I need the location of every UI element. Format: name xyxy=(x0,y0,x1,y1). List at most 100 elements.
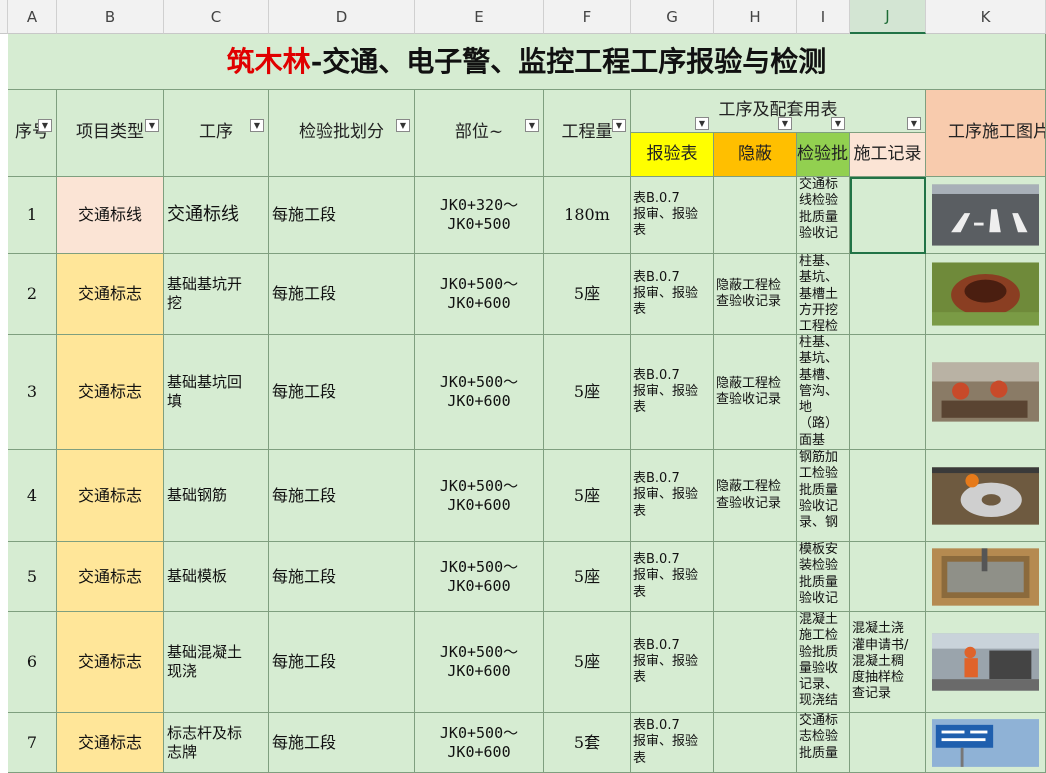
cell-process[interactable]: 基础模板 xyxy=(164,542,269,612)
column-header-d[interactable]: D xyxy=(269,0,415,34)
filter-dropdown-icon[interactable]: ▼ xyxy=(38,119,52,132)
cell-batch[interactable]: 每施工段 xyxy=(269,254,415,335)
filter-dropdown-icon[interactable]: ▼ xyxy=(396,119,410,132)
header-part[interactable]: 部位~ ▼ xyxy=(415,90,544,177)
filter-dropdown-icon[interactable]: ▼ xyxy=(778,117,792,130)
cell-form-i[interactable]: 模板安 装检验 批质量 验收记 xyxy=(797,542,850,612)
filter-dropdown-icon[interactable]: ▼ xyxy=(695,117,709,130)
cell-form-j[interactable] xyxy=(850,450,926,542)
cell-seq[interactable]: 1 xyxy=(8,177,57,254)
cell-seq[interactable]: 4 xyxy=(8,450,57,542)
cell-form-j[interactable] xyxy=(850,335,926,450)
cell-form-g[interactable]: 表B.0.7 报审、报验 表 xyxy=(631,335,714,450)
cell-part[interactable]: JK0+500～ JK0+600 xyxy=(415,612,544,713)
sheet-title[interactable]: 筑木林 -交通、电子警、监控工程工序报验与检测 xyxy=(8,34,1046,90)
column-header-e[interactable]: E xyxy=(415,0,544,34)
cell-process[interactable]: 基础基坑回 填 xyxy=(164,335,269,450)
cell-seq[interactable]: 3 xyxy=(8,335,57,450)
cell-seq[interactable]: 6 xyxy=(8,612,57,713)
cell-form-i[interactable]: 交通标 线检验 批质量 验收记 xyxy=(797,177,850,254)
cell-form-j[interactable] xyxy=(850,713,926,773)
cell-type[interactable]: 交通标志 xyxy=(57,254,164,335)
cell-form-j[interactable]: 混凝土浇 灌申请书/ 混凝土稠 度抽样检 查记录 xyxy=(850,612,926,713)
cell-form-i[interactable]: 交通标 志检验 批质量 xyxy=(797,713,850,773)
header-forms-group[interactable]: 工序及配套用表 ▼ ▼ ▼ ▼ xyxy=(631,90,926,133)
header-form-j[interactable]: 施工记录 xyxy=(850,133,926,177)
cell-qty[interactable]: 5套 xyxy=(544,713,631,773)
cell-process[interactable]: 基础钢筋 xyxy=(164,450,269,542)
cell-form-h[interactable]: 隐蔽工程检 查验收记录 xyxy=(714,450,797,542)
column-header-i[interactable]: I xyxy=(797,0,850,34)
cell-part[interactable]: JK0+500～ JK0+600 xyxy=(415,450,544,542)
cell-process[interactable]: 标志杆及标 志牌 xyxy=(164,713,269,773)
column-header-h[interactable]: H xyxy=(714,0,797,34)
cell-qty[interactable]: 5座 xyxy=(544,612,631,713)
cell-form-g[interactable]: 表B.0.7 报审、报验 表 xyxy=(631,450,714,542)
cell-qty[interactable]: 180m xyxy=(544,177,631,254)
excavation-photo[interactable] xyxy=(926,254,1046,335)
cell-batch[interactable]: 每施工段 xyxy=(269,450,415,542)
cell-batch[interactable]: 每施工段 xyxy=(269,542,415,612)
cell-form-g[interactable]: 表B.0.7 报审、报验 表 xyxy=(631,254,714,335)
cell-qty[interactable]: 5座 xyxy=(544,542,631,612)
header-batch[interactable]: 检验批划分 ▼ xyxy=(269,90,415,177)
cell-process[interactable]: 基础混凝土 现浇 xyxy=(164,612,269,713)
cell-process[interactable]: 交通标线 xyxy=(164,177,269,254)
cell-type[interactable]: 交通标线 xyxy=(57,177,164,254)
cell-part[interactable]: JK0+500～ JK0+600 xyxy=(415,713,544,773)
filter-dropdown-icon[interactable]: ▼ xyxy=(525,119,539,132)
cell-type[interactable]: 交通标志 xyxy=(57,612,164,713)
header-type[interactable]: 项目类型 ▼ xyxy=(57,90,164,177)
cell-type[interactable]: 交通标志 xyxy=(57,713,164,773)
cell-form-j[interactable] xyxy=(850,254,926,335)
cell-form-g[interactable]: 表B.0.7 报审、报验 表 xyxy=(631,713,714,773)
cell-form-i[interactable]: 柱基、 基坑、 基槽土 方开挖 工程检 xyxy=(797,254,850,335)
cell-form-j[interactable] xyxy=(850,542,926,612)
cell-form-h[interactable] xyxy=(714,713,797,773)
column-header-a[interactable]: A xyxy=(8,0,57,34)
cell-form-h[interactable] xyxy=(714,612,797,713)
backfill-photo[interactable] xyxy=(926,335,1046,450)
column-header-j[interactable]: J xyxy=(850,0,926,34)
sign-pole-photo[interactable] xyxy=(926,713,1046,773)
formwork-photo[interactable] xyxy=(926,542,1046,612)
filter-dropdown-icon[interactable]: ▼ xyxy=(831,117,845,130)
header-form-g[interactable]: 报验表 xyxy=(631,133,714,177)
cell-qty[interactable]: 5座 xyxy=(544,450,631,542)
cell-seq[interactable]: 2 xyxy=(8,254,57,335)
cell-batch[interactable]: 每施工段 xyxy=(269,713,415,773)
rebar-photo[interactable] xyxy=(926,450,1046,542)
concrete-pour-photo[interactable] xyxy=(926,612,1046,713)
header-qty[interactable]: 工程量 ▼ xyxy=(544,90,631,177)
header-form-h[interactable]: 隐蔽 xyxy=(714,133,797,177)
filter-dropdown-icon[interactable]: ▼ xyxy=(250,119,264,132)
cell-type[interactable]: 交通标志 xyxy=(57,542,164,612)
cell-form-g[interactable]: 表B.0.7 报审、报验 表 xyxy=(631,177,714,254)
cell-form-h[interactable]: 隐蔽工程检 查验收记录 xyxy=(714,254,797,335)
filter-dropdown-icon[interactable]: ▼ xyxy=(612,119,626,132)
header-form-i[interactable]: 检验批 xyxy=(797,133,850,177)
cell-type[interactable]: 交通标志 xyxy=(57,450,164,542)
cell-part[interactable]: JK0+320～ JK0+500 xyxy=(415,177,544,254)
cell-part[interactable]: JK0+500～ JK0+600 xyxy=(415,542,544,612)
cell-batch[interactable]: 每施工段 xyxy=(269,177,415,254)
road-markings-photo[interactable] xyxy=(926,177,1046,254)
column-header-g[interactable]: G xyxy=(631,0,714,34)
cell-form-h[interactable]: 隐蔽工程检 查验收记录 xyxy=(714,335,797,450)
filter-dropdown-icon[interactable]: ▼ xyxy=(145,119,159,132)
cell-form-g[interactable]: 表B.0.7 报审、报验 表 xyxy=(631,542,714,612)
column-header-c[interactable]: C xyxy=(164,0,269,34)
cell-seq[interactable]: 7 xyxy=(8,713,57,773)
column-header-k[interactable]: K xyxy=(926,0,1046,34)
cell-qty[interactable]: 5座 xyxy=(544,254,631,335)
column-header-f[interactable]: F xyxy=(544,0,631,34)
cell-batch[interactable]: 每施工段 xyxy=(269,335,415,450)
cell-form-j[interactable] xyxy=(850,177,926,254)
header-seq[interactable]: 序号 ▼ xyxy=(8,90,57,177)
cell-seq[interactable]: 5 xyxy=(8,542,57,612)
cell-form-h[interactable] xyxy=(714,542,797,612)
cell-part[interactable]: JK0+500～ JK0+600 xyxy=(415,254,544,335)
cell-form-i[interactable]: 柱基、 基坑、 基槽、 管沟、 地 （路） 面基 xyxy=(797,335,850,450)
cell-batch[interactable]: 每施工段 xyxy=(269,612,415,713)
cell-form-i[interactable]: 钢筋加 工检验 批质量 验收记 录、钢 xyxy=(797,450,850,542)
